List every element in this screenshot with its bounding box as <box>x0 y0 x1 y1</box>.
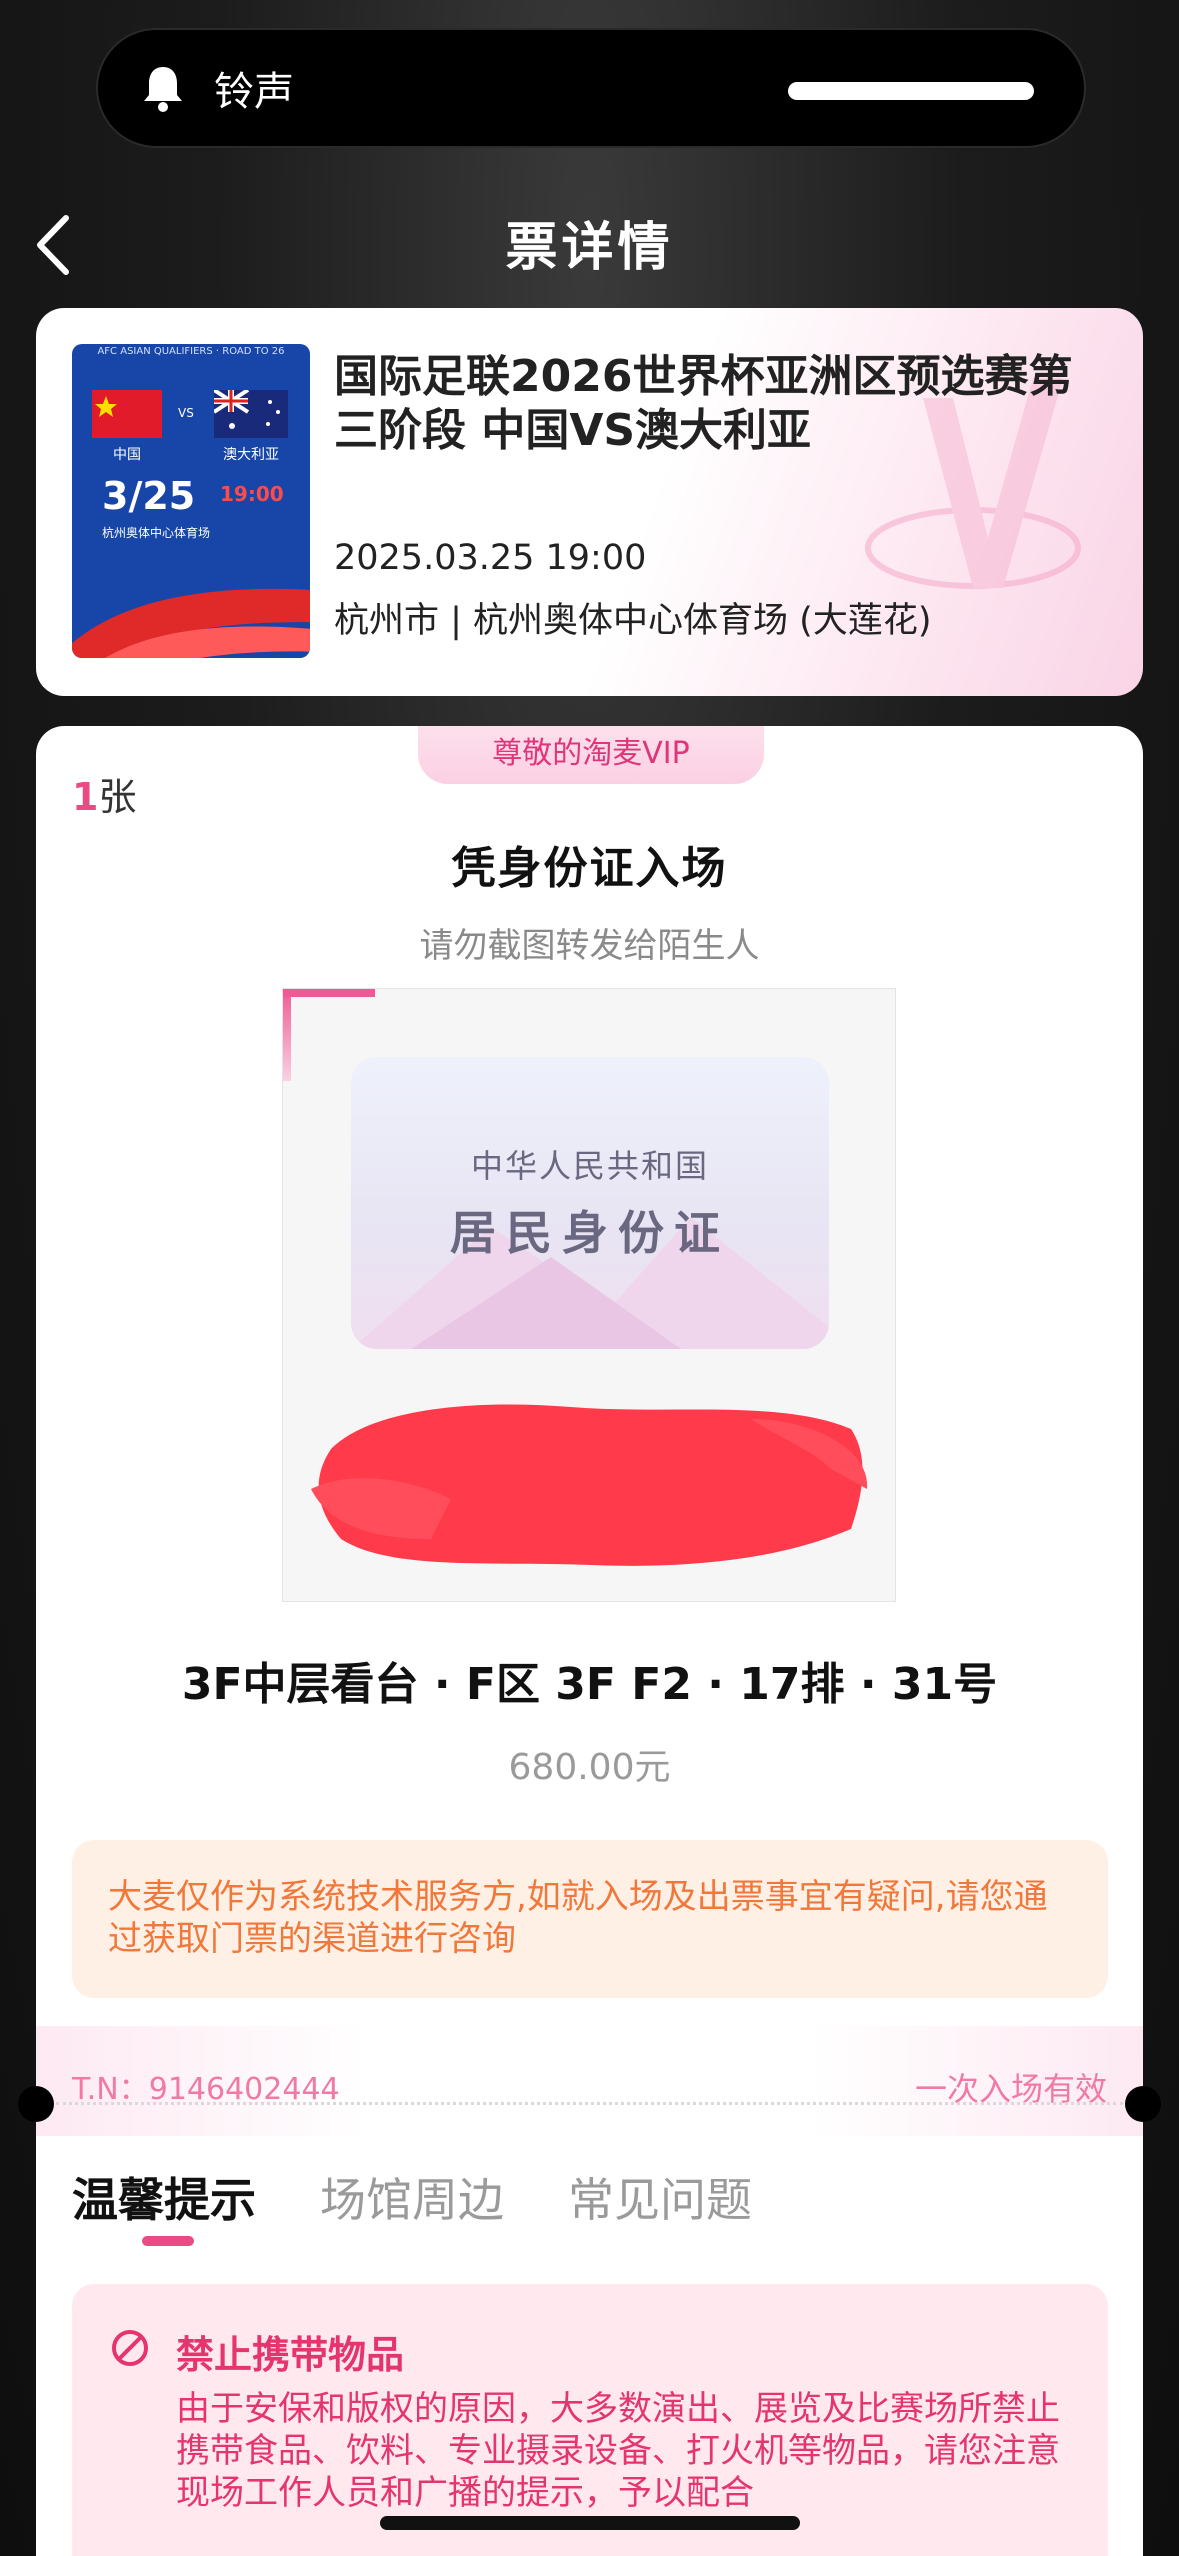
frame-corner-horizontal <box>283 989 375 997</box>
prohibited-items-body: 由于安保和版权的原因，大多数演出、展览及比赛场所禁止携带食品、饮料、专业摄录设备… <box>176 2389 1060 2513</box>
seat-info: 3F中层看台 · F区 3F F2 · 17排 · 31号 <box>181 1659 998 1710</box>
tab-faq[interactable]: 常见问题 <box>568 2164 752 2244</box>
poster-date: 3/25 <box>102 474 196 518</box>
notification-slider[interactable] <box>788 82 1034 100</box>
china-flag-icon <box>92 390 162 438</box>
info-tabs: 温馨提示 场馆周边 常见问题 <box>72 2164 816 2244</box>
ticket-card: 尊敬的淘麦VIP 1张 凭身份证入场 请勿截图转发给陌生人 中华人民共和国 居民… <box>18 726 1161 2556</box>
poster-team1: 中国 <box>113 447 141 463</box>
page-title: 票详情 <box>505 218 674 278</box>
ticket-hole-left <box>18 2086 54 2122</box>
ban-icon <box>112 2330 148 2366</box>
event-title: 国际足联2026世界杯亚洲区预选赛第三阶段 中国VS澳大利亚 <box>334 351 1073 456</box>
screenshot-warning: 请勿截图转发给陌生人 <box>419 926 760 966</box>
ticket-hole-right <box>1125 2086 1161 2122</box>
prohibited-items-heading: 禁止携带物品 <box>176 2333 405 2377</box>
tab-tips[interactable]: 温馨提示 <box>72 2164 256 2244</box>
notification-text: 铃声 <box>214 69 294 115</box>
vip-badge: 尊敬的淘麦VIP <box>418 726 764 784</box>
bell-icon <box>144 67 182 112</box>
perforation-line <box>56 2102 1123 2105</box>
entry-method-title: 凭身份证入场 <box>451 843 728 894</box>
id-card-illustration: 中华人民共和国 居民身份证 <box>351 1057 829 1349</box>
poster-team2: 澳大利亚 <box>223 447 279 463</box>
active-tab-indicator <box>142 2236 194 2246</box>
event-datetime: 2025.03.25 19:00 <box>334 538 647 578</box>
id-card-frame: 中华人民共和国 居民身份证 <box>282 988 896 1602</box>
ticket-price: 680.00元 <box>508 1747 671 1788</box>
event-venue: 杭州市 | 杭州奥体中心体育场 (大莲花) <box>334 601 932 641</box>
poster-vs: VS <box>178 406 194 420</box>
event-poster: AFC ASIAN QUALIFIERS · ROAD TO 26 VS 中国 … <box>72 344 310 658</box>
poster-time: 19:00 <box>220 482 284 506</box>
ticket-count-unit: 张 <box>98 775 137 819</box>
service-notice: 大麦仅作为系统技术服务方,如就入场及出票事宜有疑问,请您通过获取门票的渠道进行咨… <box>72 1840 1108 1998</box>
poster-header: AFC ASIAN QUALIFIERS · ROAD TO 26 <box>97 346 285 357</box>
home-indicator[interactable] <box>380 2516 800 2530</box>
ticket-count: 1张 <box>72 766 136 821</box>
frame-corner-vertical <box>283 989 291 1081</box>
ticket-count-number: 1 <box>72 775 99 819</box>
id-card-country: 中华人民共和国 <box>470 1147 709 1185</box>
australia-flag-icon <box>212 388 288 438</box>
event-card[interactable]: AFC ASIAN QUALIFIERS · ROAD TO 26 VS 中国 … <box>36 308 1143 696</box>
strip-notch <box>406 2024 772 2064</box>
id-card-title: 居民身份证 <box>450 1206 730 1260</box>
poster-venue: 杭州奥体中心体育场 <box>102 526 211 540</box>
notification-pill[interactable]: 铃声 <box>96 28 1086 148</box>
redaction-scribble <box>311 1404 868 1566</box>
poster-swoosh <box>72 588 310 658</box>
ticket-number-strip: T.N：9146402444 一次入场有效 <box>36 2024 1143 2136</box>
tab-venue-surroundings[interactable]: 场馆周边 <box>320 2164 504 2244</box>
